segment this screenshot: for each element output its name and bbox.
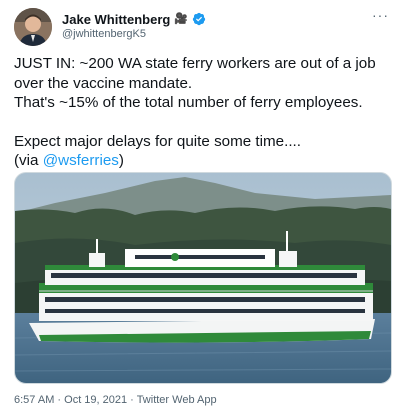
ferry-photo <box>15 173 391 383</box>
video-camera-icon: 🎥 <box>174 12 189 25</box>
tweet-line-1: JUST IN: ~200 WA state ferry workers are… <box>14 55 376 92</box>
mention-link[interactable]: @wsferries <box>43 152 119 169</box>
tweet-line-2: That's ~15% of the total number of ferry… <box>14 94 363 111</box>
tweet: Jake Whittenberg 🎥 @jwhittenbergK5 ··· J… <box>0 0 401 410</box>
avatar[interactable] <box>14 8 52 46</box>
tweet-line-3: Expect major delays for quite some time.… <box>14 132 301 150</box>
via-suffix: ) <box>118 152 124 169</box>
verified-badge-icon <box>192 12 206 26</box>
via-prefix: (via <box>14 152 43 169</box>
tweet-photo[interactable] <box>14 172 392 384</box>
author-name[interactable]: Jake Whittenberg <box>62 12 170 27</box>
tweet-text: JUST IN: ~200 WA state ferry workers are… <box>14 54 394 171</box>
author-row: Jake Whittenberg 🎥 <box>62 11 206 27</box>
author-handle[interactable]: @jwhittenbergK5 <box>62 28 146 40</box>
avatar-image <box>14 8 52 46</box>
tweet-line-4: (via @wsferries) <box>14 151 394 171</box>
more-options-icon[interactable]: ··· <box>372 8 389 22</box>
tweet-timestamp[interactable]: 6:57 AM · Oct 19, 2021 · Twitter Web App <box>14 394 217 406</box>
